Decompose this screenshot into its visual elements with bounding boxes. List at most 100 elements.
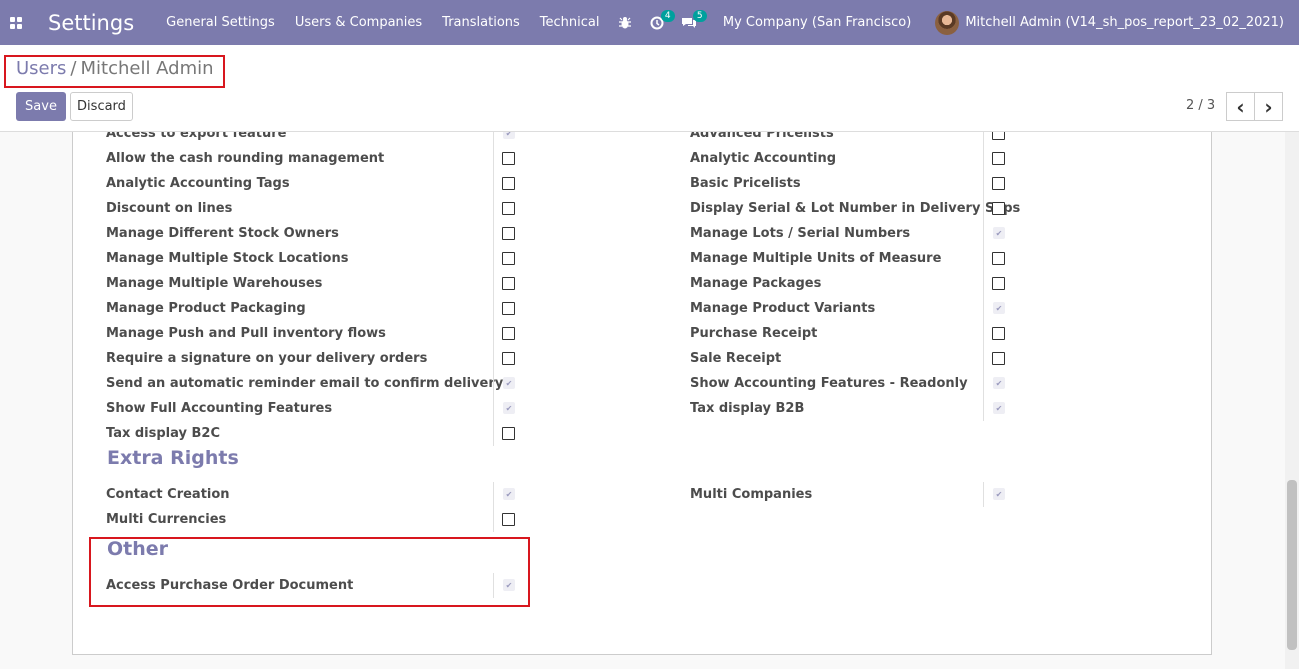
field-label-manage-packages: Manage Packages xyxy=(690,276,822,291)
field-divider xyxy=(493,371,494,396)
field-label-require-a-signature-on-your-delivery-orders: Require a signature on your delivery ord… xyxy=(106,351,428,366)
field-label-access-to-export-feature: Access to export feature xyxy=(106,132,287,141)
field-divider xyxy=(493,321,494,346)
field-divider xyxy=(983,371,984,396)
checkbox-manage-product-variants[interactable]: ✔ xyxy=(993,302,1005,314)
section-title-extra-rights: Extra Rights xyxy=(107,447,239,469)
checkbox-discount-on-lines[interactable] xyxy=(502,202,515,215)
field-divider xyxy=(493,132,494,146)
field-label-analytic-accounting: Analytic Accounting xyxy=(690,151,837,166)
field-label-manage-different-stock-owners: Manage Different Stock Owners xyxy=(106,226,339,241)
checkbox-manage-packages[interactable] xyxy=(992,277,1005,290)
field-label-manage-multiple-units-of-measure: Manage Multiple Units of Measure xyxy=(690,251,942,266)
checkbox-multi-currencies[interactable] xyxy=(502,513,515,526)
form-sheet: Access to export feature ✔ Allow the cash … xyxy=(72,132,1212,655)
field-label-allow-the-cash-rounding-management: Allow the cash rounding management xyxy=(106,151,385,166)
menu-general-settings[interactable]: General Settings xyxy=(166,15,275,30)
activity-count-badge: 4 xyxy=(660,10,675,22)
checkbox-send-an-automatic-reminder-email-to-confirm-delivery[interactable]: ✔ xyxy=(503,377,515,389)
field-label-manage-multiple-stock-locations: Manage Multiple Stock Locations xyxy=(106,251,349,266)
checkbox-access-to-export-feature[interactable]: ✔ xyxy=(503,132,515,139)
field-divider xyxy=(493,246,494,271)
field-divider xyxy=(493,396,494,421)
checkbox-show-full-accounting-features[interactable]: ✔ xyxy=(503,402,515,414)
field-divider xyxy=(983,396,984,421)
chevron-left-icon: ‹ xyxy=(1236,94,1245,119)
field-label-tax-display-b2c: Tax display B2C xyxy=(106,426,221,441)
menu-translations[interactable]: Translations xyxy=(442,15,520,30)
field-divider xyxy=(983,321,984,346)
checkbox-manage-multiple-warehouses[interactable] xyxy=(502,277,515,290)
company-switcher[interactable]: My Company (San Francisco) xyxy=(723,15,911,30)
field-divider xyxy=(983,132,984,146)
checkbox-contact-creation[interactable]: ✔ xyxy=(503,488,515,500)
activity-clock-icon[interactable]: 4 xyxy=(645,0,675,45)
messages-count-badge: 5 xyxy=(692,10,707,22)
checkbox-basic-pricelists[interactable] xyxy=(992,177,1005,190)
field-label-show-accounting-features-readonly: Show Accounting Features - Readonly xyxy=(690,376,968,391)
checkbox-manage-multiple-stock-locations[interactable] xyxy=(502,252,515,265)
user-avatar[interactable] xyxy=(935,10,960,35)
pager-previous-button[interactable]: ‹ xyxy=(1226,92,1255,121)
field-label-analytic-accounting-tags: Analytic Accounting Tags xyxy=(106,176,290,191)
field-label-contact-creation: Contact Creation xyxy=(106,487,230,502)
field-label-display-serial-lot-number-in-delivery-slips: Display Serial & Lot Number in Delivery … xyxy=(690,201,1021,216)
checkbox-tax-display-b2c[interactable] xyxy=(502,427,515,440)
field-divider xyxy=(983,296,984,321)
checkbox-advanced-pricelists[interactable] xyxy=(992,132,1005,140)
field-divider xyxy=(983,482,984,507)
field-divider xyxy=(983,171,984,196)
checkbox-manage-lots-serial-numbers[interactable]: ✔ xyxy=(993,227,1005,239)
field-divider xyxy=(493,271,494,296)
checkbox-show-accounting-features-readonly[interactable]: ✔ xyxy=(993,377,1005,389)
field-label-multi-currencies: Multi Currencies xyxy=(106,512,227,527)
field-divider xyxy=(493,482,494,507)
field-divider xyxy=(493,171,494,196)
checkbox-sale-receipt[interactable] xyxy=(992,352,1005,365)
checkbox-require-a-signature-on-your-delivery-orders[interactable] xyxy=(502,352,515,365)
field-divider xyxy=(983,271,984,296)
field-divider xyxy=(983,346,984,371)
field-divider xyxy=(493,196,494,221)
pager-next-button[interactable]: › xyxy=(1254,92,1283,121)
checkbox-multi-companies[interactable]: ✔ xyxy=(993,488,1005,500)
user-menu[interactable]: Mitchell Admin (V14_sh_pos_report_23_02_… xyxy=(965,15,1284,30)
apps-menu-icon[interactable] xyxy=(0,0,32,45)
field-divider xyxy=(493,221,494,246)
checkbox-display-serial-lot-number-in-delivery-slips[interactable] xyxy=(992,202,1005,215)
field-label-purchase-receipt: Purchase Receipt xyxy=(690,326,818,341)
menu-users-companies[interactable]: Users & Companies xyxy=(295,15,422,30)
messages-chat-icon[interactable]: 5 xyxy=(677,0,707,45)
checkbox-allow-the-cash-rounding-management[interactable] xyxy=(502,152,515,165)
field-label-manage-product-variants: Manage Product Variants xyxy=(690,301,876,316)
app-title[interactable]: Settings xyxy=(48,11,134,35)
scrollbar-thumb[interactable] xyxy=(1287,480,1297,650)
checkbox-analytic-accounting-tags[interactable] xyxy=(502,177,515,190)
field-divider xyxy=(983,221,984,246)
field-label-sale-receipt: Sale Receipt xyxy=(690,351,782,366)
save-button[interactable]: Save xyxy=(16,92,66,121)
checkbox-manage-multiple-units-of-measure[interactable] xyxy=(992,252,1005,265)
field-label-discount-on-lines: Discount on lines xyxy=(106,201,233,216)
field-label-show-full-accounting-features: Show Full Accounting Features xyxy=(106,401,333,416)
annotation-highlight-box xyxy=(4,55,225,88)
field-label-manage-push-and-pull-inventory-flows: Manage Push and Pull inventory flows xyxy=(106,326,386,341)
form-scroll-area[interactable]: Access to export feature ✔ Allow the cash … xyxy=(0,132,1285,669)
debug-bug-icon[interactable] xyxy=(613,0,637,45)
field-divider xyxy=(983,146,984,171)
checkbox-manage-product-packaging[interactable] xyxy=(502,302,515,315)
pager-value: 2 / 3 xyxy=(1186,98,1216,113)
field-label-basic-pricelists: Basic Pricelists xyxy=(690,176,801,191)
checkbox-purchase-receipt[interactable] xyxy=(992,327,1005,340)
annotation-highlight-box xyxy=(89,537,530,607)
checkbox-analytic-accounting[interactable] xyxy=(992,152,1005,165)
field-label-manage-multiple-warehouses: Manage Multiple Warehouses xyxy=(106,276,323,291)
field-divider xyxy=(493,507,494,532)
field-divider xyxy=(493,146,494,171)
control-panel: Users / Mitchell Admin Save Discard 2 / 3 … xyxy=(0,45,1299,132)
checkbox-manage-push-and-pull-inventory-flows[interactable] xyxy=(502,327,515,340)
checkbox-manage-different-stock-owners[interactable] xyxy=(502,227,515,240)
discard-button[interactable]: Discard xyxy=(70,92,133,121)
checkbox-tax-display-b2b[interactable]: ✔ xyxy=(993,402,1005,414)
menu-technical[interactable]: Technical xyxy=(540,15,600,30)
